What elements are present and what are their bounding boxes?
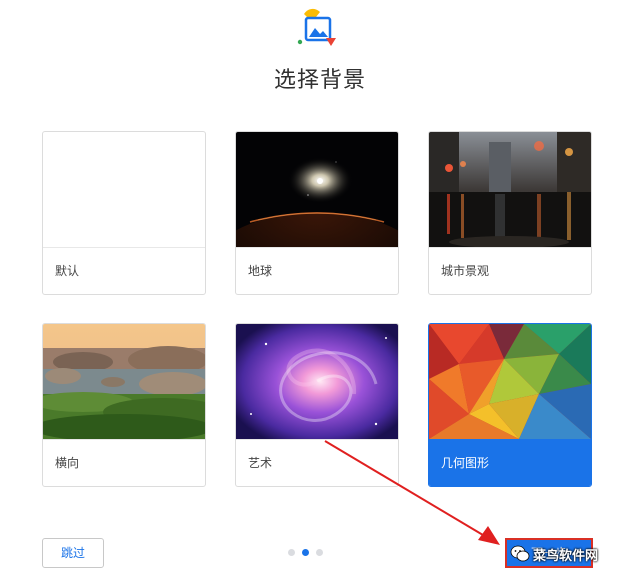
background-option-default[interactable]: 默认 [42, 131, 206, 295]
background-option-label: 城市景观 [429, 247, 591, 294]
background-option-label: 默认 [43, 247, 205, 294]
background-option-label: 艺术 [236, 439, 398, 486]
background-option-label: 地球 [236, 247, 398, 294]
next-button[interactable]: 下一步 [505, 538, 593, 568]
art-thumbnail [236, 324, 398, 439]
page-title: 选择背景 [273, 68, 366, 93]
default-thumbnail [43, 132, 205, 247]
cityscape-thumbnail [429, 132, 591, 247]
skip-button[interactable]: 跳过 [42, 538, 104, 568]
geometric-thumbnail [429, 324, 591, 439]
background-option-cityscape[interactable]: 城市景观 [428, 131, 592, 295]
pagination-dots [288, 549, 323, 557]
background-option-art[interactable]: 艺术 [235, 323, 399, 487]
pagination-dot[interactable] [288, 549, 295, 556]
landscape-thumbnail [43, 324, 205, 439]
pagination-dot-active[interactable] [302, 549, 309, 556]
background-image-icon [296, 8, 342, 52]
background-option-landscape[interactable]: 横向 [42, 323, 206, 487]
background-option-label: 横向 [43, 439, 205, 486]
earth-thumbnail [236, 132, 398, 247]
background-option-earth[interactable]: 地球 [235, 131, 399, 295]
pagination-dot[interactable] [316, 549, 323, 556]
background-option-geometric[interactable]: 几何图形 [428, 323, 592, 487]
background-option-label: 几何图形 [429, 439, 591, 486]
